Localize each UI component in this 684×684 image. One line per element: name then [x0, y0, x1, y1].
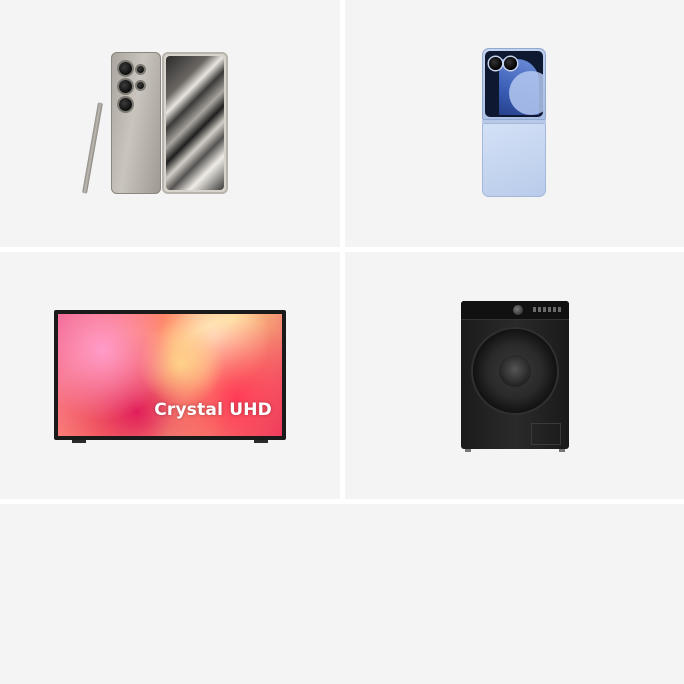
camera-lens-icon — [137, 66, 144, 73]
washer-door — [473, 329, 557, 413]
product-tile-flip-phone[interactable] — [345, 0, 684, 247]
camera-lens-icon — [119, 80, 132, 93]
tv-screen-text: Crystal UHD — [154, 400, 272, 420]
washer-foot — [559, 449, 565, 452]
tv-icon: Crystal UHD — [54, 310, 286, 446]
camera-lens-icon — [489, 57, 502, 70]
tv-frame: Crystal UHD — [54, 310, 286, 440]
empty-tile — [0, 504, 684, 684]
product-tile-tv[interactable]: Crystal UHD — [0, 252, 340, 499]
tv-screen: Crystal UHD — [58, 314, 282, 436]
camera-lens-icon — [119, 98, 132, 111]
washer-drum — [499, 355, 531, 387]
camera-lens-icon — [504, 57, 517, 70]
dial-icon — [513, 305, 523, 315]
washer-foot — [465, 449, 471, 452]
flip-phone-bottom — [482, 123, 546, 197]
product-tile-phone[interactable] — [0, 0, 340, 247]
camera-lens-icon — [119, 62, 132, 75]
display-panel — [533, 307, 563, 312]
product-tile-washer[interactable] — [345, 252, 684, 499]
washer-icon — [461, 301, 569, 452]
flip-phone-top — [482, 48, 546, 120]
camera-lens-icon — [137, 82, 144, 89]
control-panel — [461, 301, 569, 320]
stylus-icon — [82, 102, 103, 194]
filter-cover — [531, 423, 561, 445]
phone-back — [111, 52, 161, 194]
washer-body — [461, 301, 569, 449]
tv-stand-foot — [72, 440, 86, 443]
phone-front — [162, 52, 228, 194]
phone-screen — [166, 56, 224, 190]
tv-stand-foot — [254, 440, 268, 443]
product-grid: Crystal UHD — [0, 0, 684, 684]
cover-screen — [485, 51, 543, 117]
smartphone-icon — [82, 50, 234, 198]
flip-phone-icon — [482, 48, 546, 198]
